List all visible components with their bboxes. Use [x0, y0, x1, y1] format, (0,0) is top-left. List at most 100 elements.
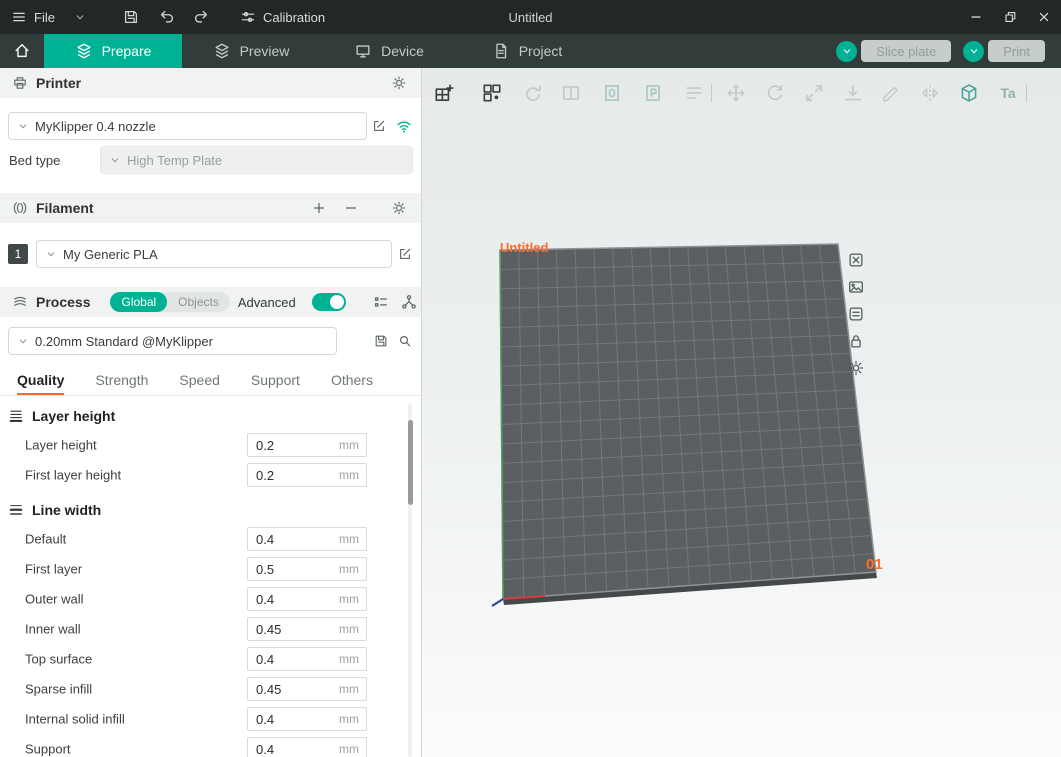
edit-printer-button[interactable] [371, 118, 387, 134]
toolbar-separator [711, 84, 712, 102]
plate-name-label[interactable]: Untitled [500, 240, 548, 255]
close-button[interactable] [1027, 0, 1061, 34]
minimize-icon [968, 9, 984, 25]
home-button[interactable] [0, 34, 44, 68]
advanced-toggle[interactable] [312, 293, 346, 311]
param-input-default-width[interactable] [248, 528, 334, 550]
save-preset-button[interactable] [373, 333, 389, 349]
param-label: Layer height [25, 438, 97, 453]
project-icon [492, 42, 510, 60]
parameter-table-button[interactable] [372, 293, 390, 311]
param-unit: mm [339, 712, 359, 726]
tab-device[interactable]: Device [320, 34, 458, 68]
tab-project[interactable]: Project [458, 34, 596, 68]
lay-flat-icon[interactable] [840, 80, 866, 106]
variable-layer-icon[interactable] [681, 80, 707, 106]
param-input-inner-wall-width[interactable] [248, 618, 334, 640]
tab-others[interactable]: Others [331, 365, 373, 395]
lock-icon [847, 332, 865, 350]
layer-height-icon [8, 408, 24, 424]
add-plate-icon[interactable] [431, 80, 457, 106]
minimize-button[interactable] [959, 0, 993, 34]
tab-support[interactable]: Support [251, 365, 300, 395]
edit-icon [397, 246, 413, 262]
chevron-down-icon [841, 45, 853, 57]
cut-icon[interactable] [878, 80, 904, 106]
param-label: Support [25, 742, 71, 757]
param-field: mm [247, 587, 367, 611]
param-input-first-layer-height[interactable] [248, 464, 334, 486]
move-icon[interactable] [723, 80, 749, 106]
param-input-first-layer-width[interactable] [248, 558, 334, 580]
filament-section-title: Filament [36, 200, 94, 216]
mirror-icon[interactable] [917, 80, 943, 106]
save-button[interactable] [118, 4, 144, 30]
plate-snapshot-button[interactable] [846, 277, 865, 296]
bed-type-label: Bed type [8, 153, 60, 168]
param-input-sparse-infill-width[interactable] [248, 678, 334, 700]
undo-button[interactable] [154, 4, 180, 30]
add-filament-button[interactable] [311, 200, 327, 216]
scale-icon[interactable] [801, 80, 827, 106]
remove-filament-button[interactable] [343, 200, 359, 216]
filament-slot-badge[interactable]: 1 [8, 244, 28, 264]
plate-settings-button[interactable] [846, 358, 865, 377]
rotate-icon[interactable] [762, 80, 788, 106]
assembly-icon[interactable] [956, 80, 982, 106]
tab-speed[interactable]: Speed [179, 365, 219, 395]
auto-orient-icon[interactable] [520, 80, 546, 106]
print-options-button[interactable] [963, 41, 984, 62]
bed-type-value: High Temp Plate [127, 153, 222, 168]
window-title: Untitled [508, 0, 552, 34]
tab-strength[interactable]: Strength [95, 365, 148, 395]
plate-list-button[interactable] [846, 304, 865, 323]
tab-prepare[interactable]: Prepare [44, 34, 182, 68]
slice-plate-button[interactable]: Slice plate [861, 40, 951, 62]
filament-preset-select[interactable]: My Generic PLA [36, 240, 392, 268]
param-label: Outer wall [25, 592, 84, 607]
printer-preset-select[interactable]: MyKlipper 0.4 nozzle [8, 112, 367, 140]
split-icon[interactable] [558, 80, 584, 106]
slice-options-button[interactable] [836, 41, 857, 62]
sidebar-scrollbar-thumb[interactable] [408, 420, 413, 505]
printer-connection-button[interactable] [395, 117, 413, 135]
tab-quality[interactable]: Quality [17, 365, 64, 395]
redo-button[interactable] [188, 4, 214, 30]
filament-settings-button[interactable] [391, 200, 407, 216]
primitive-icon[interactable] [640, 80, 666, 106]
param-input-outer-wall-width[interactable] [248, 588, 334, 610]
scope-objects-button[interactable]: Objects [167, 292, 230, 312]
arrange-icon[interactable] [479, 80, 505, 106]
scope-global-button[interactable]: Global [110, 292, 167, 312]
chevron-down-icon [45, 248, 57, 260]
param-input-internal-solid-infill-width[interactable] [248, 708, 334, 730]
printer-section-header: Printer [0, 68, 421, 98]
param-input-top-surface-width[interactable] [248, 648, 334, 670]
calibration-icon [240, 9, 256, 25]
process-preset-select[interactable]: 0.20mm Standard @MyKlipper [8, 327, 337, 355]
file-menu-button[interactable]: File [0, 9, 86, 25]
process-param-tabs: Quality Strength Speed Support Others [0, 366, 421, 396]
print-button[interactable]: Print [988, 40, 1045, 62]
lock-plate-button[interactable] [846, 331, 865, 350]
viewport[interactable]: Ta Untitled 01 [422, 68, 1061, 757]
printer-settings-button[interactable] [391, 75, 407, 91]
search-params-button[interactable] [397, 333, 413, 349]
param-input-support-width[interactable] [248, 738, 334, 757]
compare-presets-button[interactable] [400, 293, 418, 311]
tab-preview[interactable]: Preview [182, 34, 320, 68]
param-unit: mm [339, 622, 359, 636]
edit-filament-button[interactable] [397, 246, 413, 262]
toolbar-separator [1026, 84, 1027, 102]
calibration-button[interactable]: Calibration [240, 9, 325, 25]
text-tool-icon[interactable]: Ta [995, 80, 1021, 106]
search-icon [397, 333, 413, 349]
param-row: Top surface mm [0, 644, 421, 674]
param-field: mm [247, 433, 367, 457]
restore-button[interactable] [993, 0, 1027, 34]
delete-plate-button[interactable] [846, 250, 865, 269]
param-field: mm [247, 737, 367, 757]
bed-type-select[interactable]: High Temp Plate [100, 146, 413, 174]
param-input-layer-height[interactable] [248, 434, 334, 456]
clone-icon[interactable] [599, 80, 625, 106]
